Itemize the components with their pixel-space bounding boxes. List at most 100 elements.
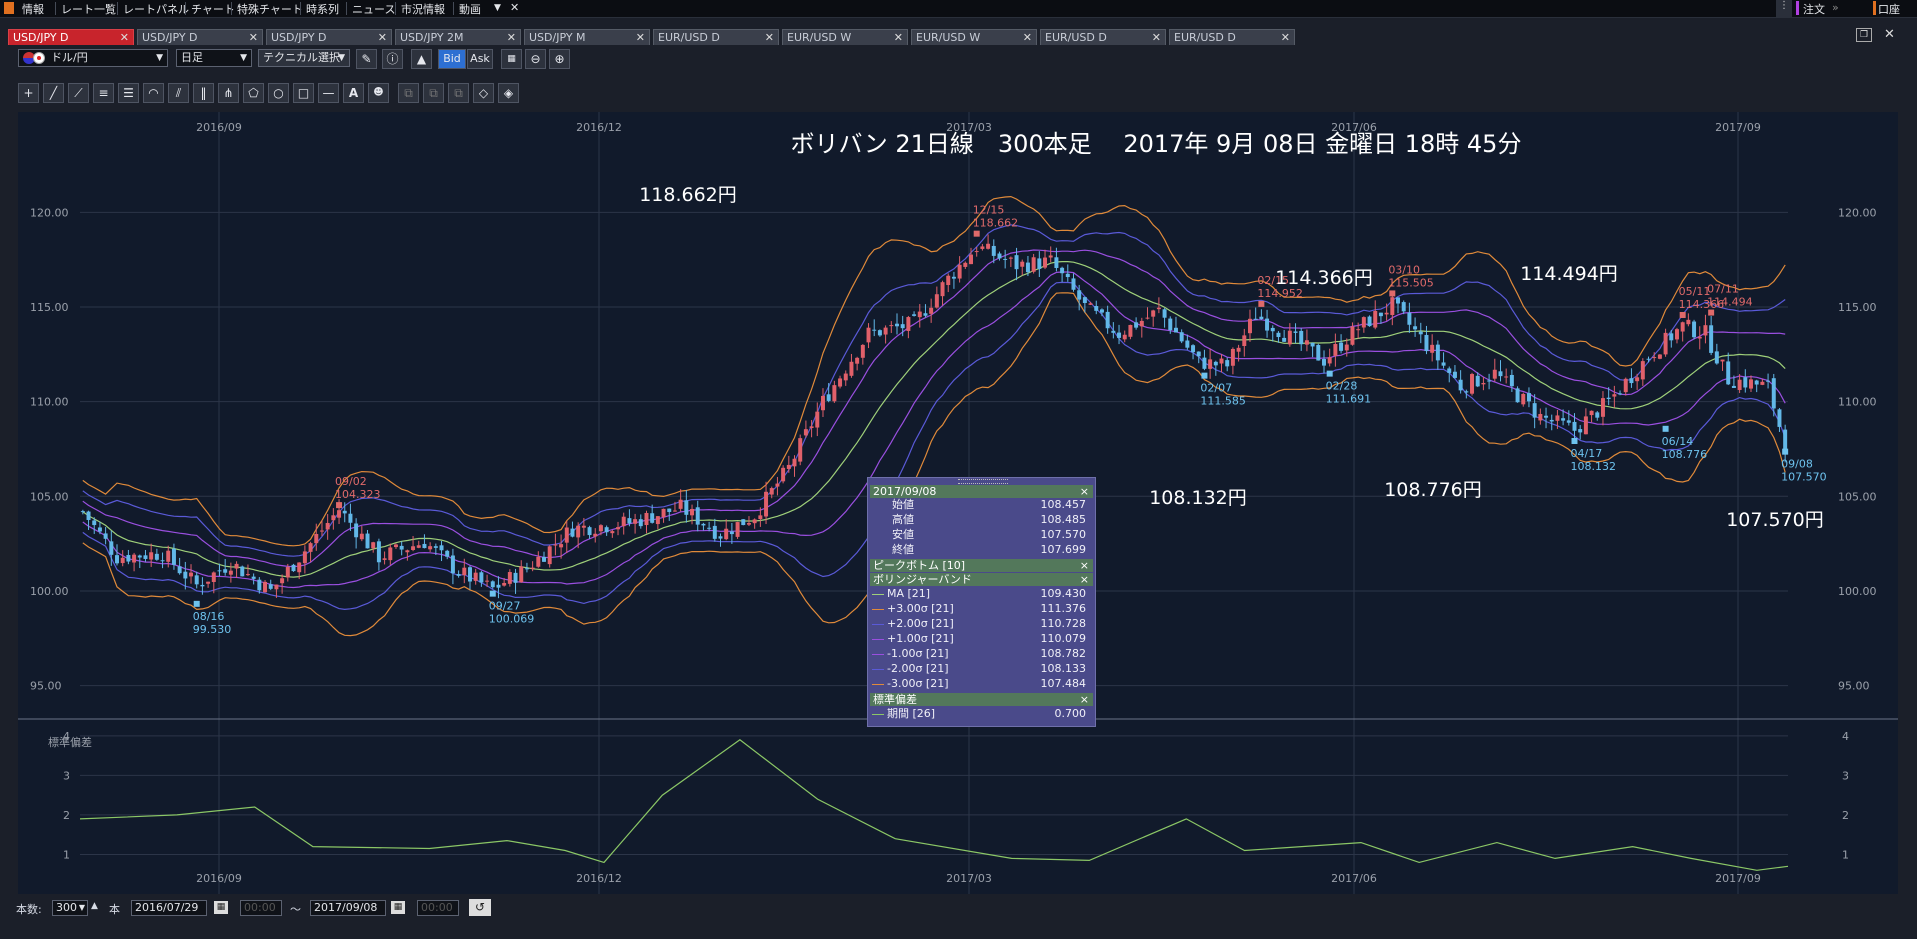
tab-eurusd-w-2[interactable]: EUR/USD W ✕ — [911, 29, 1037, 45]
range-tilde: 〜 — [290, 903, 301, 916]
pentagon-icon[interactable]: ⬠ — [243, 83, 264, 103]
tab-close-icon[interactable]: ✕ — [1152, 30, 1161, 45]
timeframe-select[interactable]: 日足 ▼ — [176, 49, 252, 67]
pencil-icon[interactable]: ✎ — [356, 49, 377, 69]
start-time-field[interactable]: 00:00 — [240, 900, 282, 916]
parallel-lines-icon[interactable]: ≡ — [93, 83, 114, 103]
tab-close-icon[interactable]: ✕ — [507, 30, 516, 45]
fan-icon[interactable]: ⫽ — [168, 83, 189, 103]
zoom-in-icon[interactable]: ⊕ — [549, 49, 570, 69]
end-date-field[interactable]: 2017/09/08 — [310, 900, 386, 916]
horizontal-line-icon[interactable]: — — [318, 83, 339, 103]
candle-body — [769, 488, 774, 495]
tab-eurusd-d-3[interactable]: EUR/USD D ✕ — [1169, 29, 1295, 45]
tab-eurusd-d-1[interactable]: EUR/USD D ✕ — [653, 29, 779, 45]
tab-close-icon[interactable]: ✕ — [894, 30, 903, 45]
candle-body — [388, 547, 393, 561]
info-row-open: 始値 108.457 — [872, 498, 1090, 512]
candle-body — [1703, 325, 1708, 336]
close-icon[interactable]: × — [1080, 559, 1089, 572]
end-time-field[interactable]: 00:00 — [417, 900, 459, 916]
candle-body — [1134, 322, 1139, 328]
close-icon[interactable]: × — [1080, 573, 1089, 586]
candle-body — [382, 558, 387, 560]
reload-icon[interactable]: ↺ — [469, 899, 491, 916]
zoom-out-icon[interactable]: ⊖ — [525, 49, 546, 69]
menu-item-rate-list[interactable]: レート一覧 — [61, 1, 116, 17]
stddev-header-label: 標準偏差 — [873, 693, 917, 706]
calendar-icon[interactable]: ▦ — [391, 901, 405, 914]
band-label: +3.00σ [21] — [887, 602, 954, 615]
bar-count-select[interactable]: 300 ▼ — [52, 900, 88, 916]
tab-close-icon[interactable]: ✕ — [249, 30, 258, 45]
tab-close-icon[interactable]: ✕ — [378, 30, 387, 45]
window-close-icon[interactable]: ✕ — [1884, 27, 1895, 42]
menu-item-video[interactable]: 動画 — [459, 1, 481, 17]
tab-usdjpy-2m[interactable]: USD/JPY 2M ✕ — [395, 29, 521, 45]
menu-item-chart[interactable]: チャート — [191, 1, 235, 17]
close-icon[interactable]: × — [1080, 693, 1089, 706]
info-icon[interactable]: ⓘ — [382, 49, 403, 69]
duplicate-icon[interactable]: ⧉ — [448, 83, 469, 103]
chevron-up-icon[interactable]: ▲ — [91, 901, 98, 911]
text-tool-icon[interactable]: A — [343, 83, 364, 103]
start-date-field[interactable]: 2016/07/29 — [131, 900, 207, 916]
eraser-all-icon[interactable]: ◈ — [498, 83, 519, 103]
calendar-icon[interactable]: ▦ — [214, 901, 228, 914]
menu-overflow-icon[interactable]: » — [1832, 1, 1839, 14]
tab-usdjpy-d-1[interactable]: USD/JPY D ✕ — [8, 29, 134, 45]
copy-icon[interactable]: ⧉ — [398, 83, 419, 103]
paste-icon[interactable]: ⧉ — [423, 83, 444, 103]
data-window[interactable]: 2017/09/08 × 始値 108.457 高値 108.485 安値 107.57… — [867, 477, 1096, 727]
vertical-lines-icon[interactable]: ‖ — [193, 83, 214, 103]
rectangle-icon[interactable]: □ — [293, 83, 314, 103]
drag-handle-icon[interactable] — [958, 479, 1008, 484]
menu-item-rate-panel[interactable]: レートパネル — [123, 1, 189, 17]
fibonacci-icon[interactable]: ☰ — [118, 83, 139, 103]
tab-close-icon[interactable]: ✕ — [1023, 30, 1032, 45]
candle-body — [137, 555, 142, 558]
technical-select[interactable]: テクニカル選択 ▼ — [258, 49, 350, 67]
candle-body — [1538, 413, 1543, 421]
candle-body — [866, 327, 871, 343]
menu-grip-icon[interactable]: ⋮ — [1776, 0, 1792, 17]
window-restore-icon[interactable]: ❐ — [1856, 28, 1872, 42]
menu-close-icon[interactable]: ✕ — [510, 1, 519, 14]
candle-body — [1714, 351, 1719, 364]
currency-pair-select[interactable]: ドル/円 ▼ — [18, 49, 168, 67]
ask-toggle[interactable]: Ask — [467, 49, 493, 69]
candle-body — [690, 508, 695, 516]
ruler-icon[interactable]: ⟋ — [68, 83, 89, 103]
smiley-icon[interactable]: ☻ — [368, 83, 389, 103]
tab-usdjpy-d-3[interactable]: USD/JPY D ✕ — [266, 29, 392, 45]
pitchfork-icon[interactable]: ⋔ — [218, 83, 239, 103]
crosshair-icon[interactable]: + — [18, 83, 39, 103]
area-chart-icon[interactable]: ▲ — [411, 49, 432, 69]
menu-more-chevron-icon[interactable]: ▼ — [494, 3, 501, 13]
account-button[interactable]: 口座 — [1878, 1, 1900, 17]
tab-eurusd-d-2[interactable]: EUR/USD D ✕ — [1040, 29, 1166, 45]
circle-icon[interactable]: ○ — [268, 83, 289, 103]
order-button[interactable]: 注文 — [1803, 1, 1825, 17]
arc-icon[interactable]: ◠ — [143, 83, 164, 103]
tab-close-icon[interactable]: ✕ — [120, 30, 129, 45]
menu-item-news[interactable]: ニュース — [352, 1, 395, 17]
tab-close-icon[interactable]: ✕ — [636, 30, 645, 45]
trendline-icon[interactable]: ╱ — [43, 83, 64, 103]
candle-body — [1418, 331, 1423, 335]
menu-item-info[interactable]: 情報 — [22, 1, 44, 17]
menu-item-market-info[interactable]: 市況情報 — [401, 1, 445, 17]
tab-usdjpy-m[interactable]: USD/JPY M ✕ — [524, 29, 650, 45]
tab-close-icon[interactable]: ✕ — [765, 30, 774, 45]
menu-item-special-chart[interactable]: 特殊チャート — [237, 1, 303, 17]
candle-body — [1253, 318, 1258, 320]
candle-body — [1640, 361, 1645, 380]
menu-item-timeseries[interactable]: 時系列 — [306, 1, 339, 17]
tab-usdjpy-d-2[interactable]: USD/JPY D ✕ — [137, 29, 263, 45]
eraser-icon[interactable]: ◇ — [473, 83, 494, 103]
grid-icon[interactable]: ▦ — [501, 49, 522, 69]
tab-eurusd-w-1[interactable]: EUR/USD W ✕ — [782, 29, 908, 45]
close-icon[interactable]: × — [1080, 485, 1089, 498]
tab-close-icon[interactable]: ✕ — [1281, 30, 1290, 45]
bid-toggle[interactable]: Bid — [438, 49, 466, 69]
